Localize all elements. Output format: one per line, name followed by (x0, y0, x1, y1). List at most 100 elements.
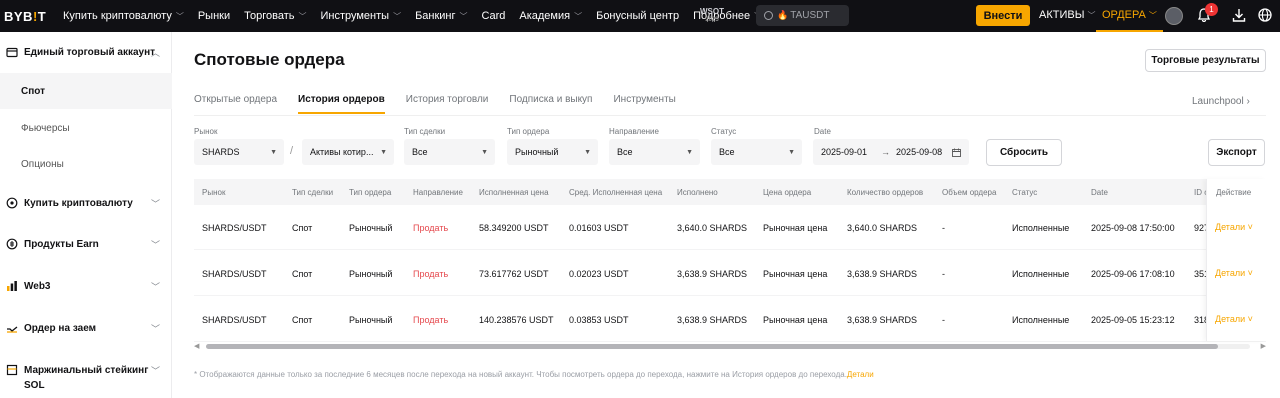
main-content: Спотовые ордера Торговые результаты Откр… (172, 32, 1280, 398)
cell-status: Исполненные (1012, 315, 1070, 325)
sidebar-item-web3[interactable]: Web3 ﹀ (0, 278, 172, 294)
cell-volume: - (942, 315, 945, 325)
launchpool-link[interactable]: Launchpool › (1192, 96, 1250, 107)
nav-item[interactable]: Торговать ﹀ (244, 10, 306, 22)
market-select[interactable]: SHARDS ▼ (194, 139, 284, 165)
tab-tools[interactable]: Инструменты (613, 94, 675, 114)
export-button[interactable]: Экспорт (1208, 139, 1265, 166)
main-nav: Купить криптовалюту ﹀ Рынки Торговать ﹀ Инстр… (63, 0, 776, 32)
bybit-logo[interactable]: BYB!T (4, 9, 46, 24)
nav-item[interactable]: Купить криптовалюту ﹀ (63, 10, 184, 22)
reset-button[interactable]: Сбросить (986, 139, 1062, 166)
tabs-divider (194, 115, 1266, 116)
sidebar-item-earn[interactable]: Продукты Earn ﹀ (0, 236, 172, 252)
caret-down-icon: ▼ (686, 148, 693, 156)
caret-down-icon: ▼ (481, 148, 488, 156)
tab-open-orders[interactable]: Открытые ордера (194, 94, 277, 114)
user-avatar[interactable] (1165, 7, 1183, 25)
cell-order-type: Рыночный (349, 223, 393, 233)
details-link[interactable]: Детали ˅ (1215, 314, 1253, 324)
caret-down-icon: ▼ (788, 148, 795, 156)
cell-market: SHARDS/USDT (202, 269, 267, 279)
calendar-icon (952, 148, 961, 157)
cell-volume: - (942, 269, 945, 279)
chevron-down-icon: ﹀ (1148, 11, 1157, 20)
cell-market: SHARDS/USDT (202, 223, 267, 233)
quote-asset-select[interactable]: Активы котир... ▼ (302, 139, 394, 165)
trade-results-button[interactable]: Торговые результаты (1145, 49, 1266, 72)
nav-item[interactable]: Инструменты ﹀ (320, 10, 401, 22)
cell-order-type: Рыночный (349, 269, 393, 279)
column-header: Рынок (202, 188, 226, 197)
orders-menu[interactable]: ОРДЕРА ﹀ (1096, 0, 1163, 32)
column-header: Сред. Исполненная цена (569, 188, 663, 197)
scroll-right-icon[interactable]: ▶ (1261, 342, 1266, 350)
chevron-up-icon: ︿ (150, 47, 160, 58)
sidebar-item-loan-order[interactable]: Ордер на заем ﹀ (0, 320, 172, 336)
nav-item[interactable]: Бонусный центр (596, 10, 679, 22)
chevron-down-icon: ˅ (1245, 222, 1253, 232)
search-icon (764, 11, 773, 20)
coin-icon (6, 197, 18, 209)
search-input[interactable]: 🔥 TAUSDT (756, 5, 849, 26)
date-range-picker[interactable]: 2025-09-01 → 2025-09-08 (813, 139, 969, 165)
sidebar-item-options[interactable]: Опционы (0, 146, 172, 182)
wsot-logo[interactable]: WSOT 2025 (700, 8, 724, 24)
order-type-select[interactable]: Рыночный ▼ (507, 139, 598, 165)
cell-filled-price: 58.349200 USDT (479, 223, 549, 233)
sidebar-item-buy-crypto[interactable]: Купить криптовалюту ﹀ (0, 195, 172, 211)
cell-status: Исполненные (1012, 223, 1070, 233)
details-link[interactable]: Детали ˅ (1215, 268, 1253, 278)
sidebar-item-futures[interactable]: Фьючерсы (0, 110, 172, 146)
arrow-right-icon: → (881, 147, 891, 157)
top-navigation-bar: BYB!T Купить криптовалюту ﹀ Рынки Торговать… (0, 0, 1280, 32)
deal-type-label: Тип сделки (404, 127, 446, 136)
nav-item[interactable]: Академия ﹀ (519, 10, 582, 22)
web3-icon (7, 281, 17, 291)
pair-separator: / (290, 145, 294, 157)
cell-filled-price: 140.238576 USDT (479, 315, 554, 325)
deal-type-select[interactable]: Все ▼ (404, 139, 495, 165)
direction-label: Направление (609, 127, 659, 136)
sidebar-item-margin-staking[interactable]: Маржинальный стейкинг ﹀ (0, 362, 172, 378)
tab-order-history[interactable]: История ордеров (298, 94, 385, 114)
horizontal-scrollbar[interactable]: ◀ ▶ (194, 342, 1266, 350)
nav-item[interactable]: Банкинг ﹀ (415, 10, 467, 22)
scrollbar-thumb[interactable] (206, 344, 1218, 349)
notification-badge: 1 (1205, 3, 1218, 16)
deposit-button[interactable]: Внести (976, 5, 1030, 26)
download-icon[interactable] (1232, 8, 1246, 22)
chevron-down-icon: ﹀ (459, 11, 468, 21)
tab-trade-history[interactable]: История торговли (406, 94, 489, 114)
status-select[interactable]: Все ▼ (711, 139, 802, 165)
globe-icon[interactable] (1258, 8, 1272, 22)
cell-order-qty: 3,640.0 SHARDS (847, 223, 918, 233)
orders-table-header: Рынок Тип сделки Тип ордера Направление … (194, 179, 1266, 205)
date-label: Date (814, 127, 831, 136)
cell-volume: - (942, 223, 945, 233)
chevron-down-icon: ﹀ (150, 323, 160, 334)
column-header: Тип сделки (292, 188, 334, 197)
sidebar-item-spot[interactable]: Спот (0, 73, 172, 109)
footnote-details-link[interactable]: Детали (847, 370, 874, 379)
tab-subscription-redemption[interactable]: Подписка и выкуп (509, 94, 592, 114)
column-header: Цена ордера (763, 188, 812, 197)
cell-order-type: Рыночный (349, 315, 393, 325)
fire-icon: 🔥 (777, 10, 789, 20)
cell-order-price: Рыночная цена (763, 223, 828, 233)
page-title: Спотовые ордера (194, 50, 345, 69)
direction-select[interactable]: Все ▼ (609, 139, 700, 165)
details-link[interactable]: Детали ˅ (1215, 222, 1253, 232)
cell-order-price: Рыночная цена (763, 315, 828, 325)
cell-direction: Продать (413, 223, 449, 233)
sidebar-item-unified-account[interactable]: Единый торговый аккаунт ︿ (0, 44, 172, 60)
chevron-down-icon: ˅ (1245, 268, 1253, 278)
sidebar-item-sol[interactable]: SOL (0, 378, 172, 392)
column-header: Направление (413, 188, 463, 197)
assets-menu[interactable]: АКТИВЫ ﹀ (1039, 9, 1095, 21)
chevron-down-icon: ﹀ (298, 11, 307, 21)
scroll-left-icon[interactable]: ◀ (194, 342, 199, 350)
nav-item[interactable]: Рынки (198, 10, 230, 22)
chevron-down-icon: ˅ (1245, 314, 1253, 324)
nav-item[interactable]: Card (482, 10, 506, 22)
